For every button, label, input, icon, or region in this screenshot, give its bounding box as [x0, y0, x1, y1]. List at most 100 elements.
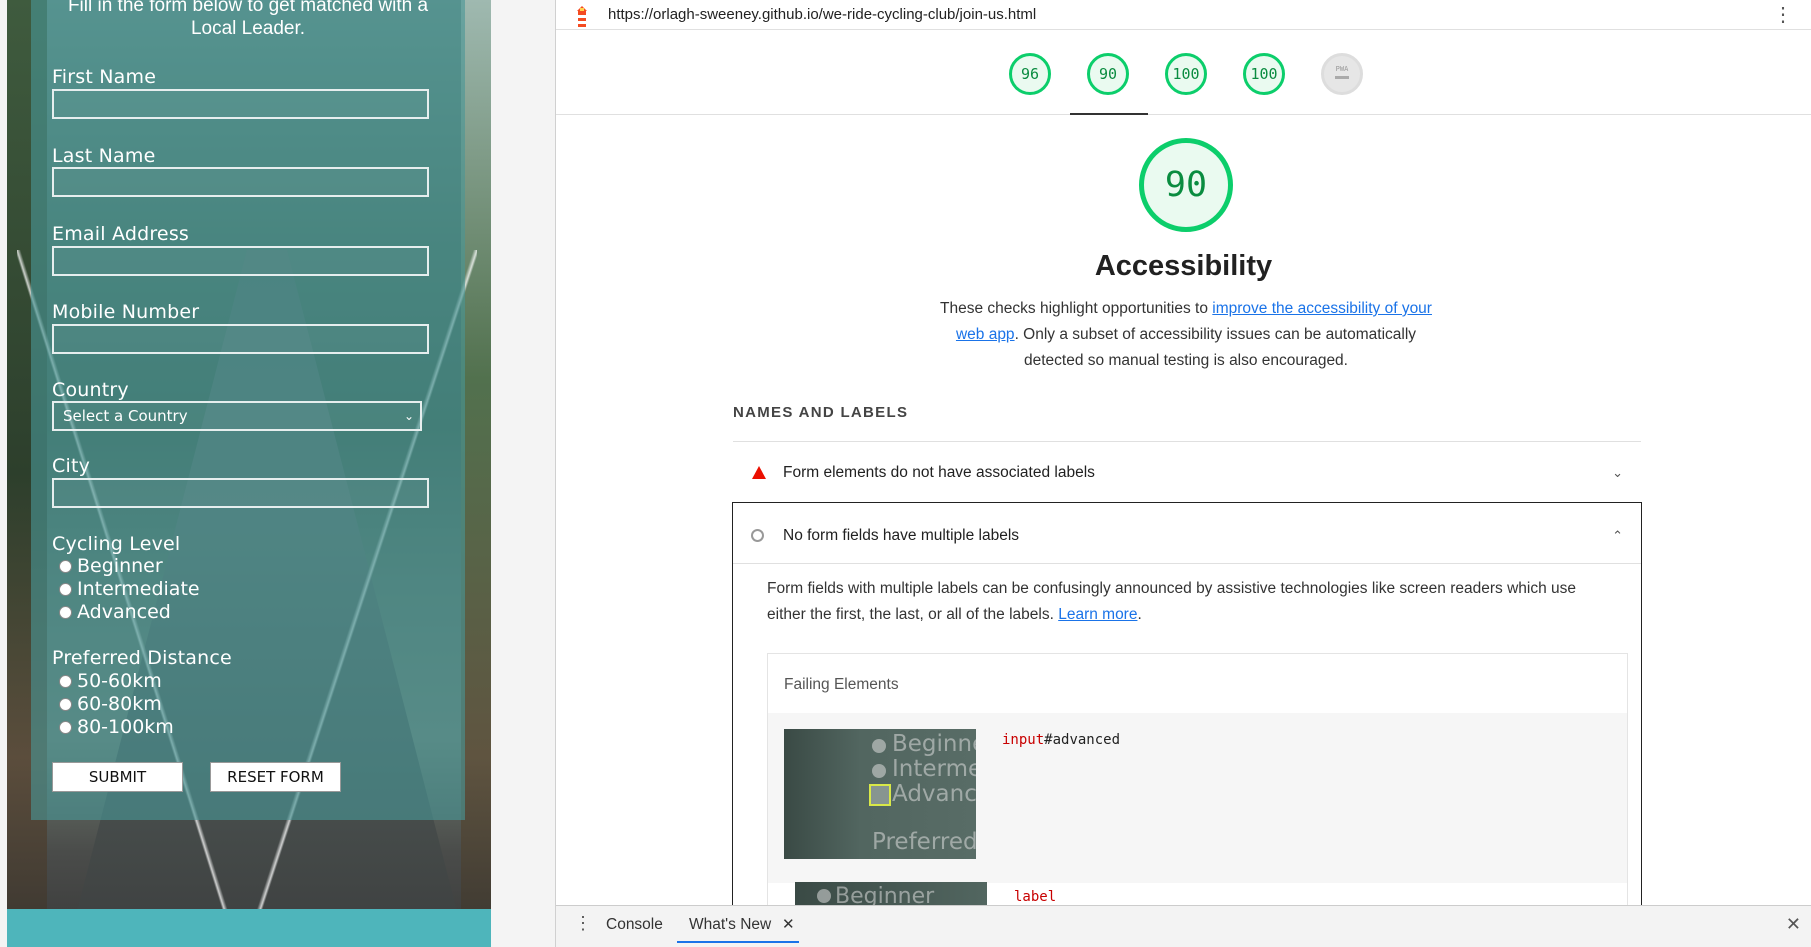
- pwa-label: PWA: [1335, 65, 1349, 73]
- category-title: Accessibility: [1094, 250, 1273, 282]
- close-tab-icon[interactable]: ✕: [782, 915, 795, 933]
- category-desc-text-2: . Only a subset of accessibility issues …: [1014, 326, 1417, 369]
- close-drawer-icon[interactable]: ✕: [1786, 914, 1801, 935]
- element-tag: label: [1014, 889, 1057, 905]
- active-tab-indicator: [677, 941, 799, 943]
- radio-thumb-icon: [872, 739, 886, 753]
- country-select[interactable]: Select a Country ⌄: [52, 401, 422, 431]
- radio-button[interactable]: [59, 720, 72, 734]
- radio-label: Intermediate: [77, 578, 200, 600]
- radio-intermediate[interactable]: Intermediate: [59, 578, 200, 600]
- radio-button[interactable]: [59, 582, 72, 596]
- radio-50-60[interactable]: 50-60km: [59, 670, 162, 692]
- accessibility-score-gauge: 90: [1139, 138, 1233, 232]
- radio-label: 50-60km: [77, 670, 162, 692]
- element-screenshot-thumbnail: Beginne Interme Advance Preferred: [784, 729, 976, 859]
- thumb-text: Preferred: [872, 829, 976, 855]
- lighthouse-icon: [577, 6, 587, 27]
- radio-60-80[interactable]: 60-80km: [59, 693, 162, 715]
- device-viewport: Fill in the form below to get matched wi…: [7, 0, 491, 947]
- audit-form-labels[interactable]: Form elements do not have associated lab…: [733, 446, 1641, 499]
- last-name-input[interactable]: [52, 167, 429, 197]
- element-selector: #advanced: [1044, 732, 1121, 748]
- thumb-text: Beginne: [892, 731, 976, 757]
- radio-80-100[interactable]: 80-100km: [59, 716, 174, 738]
- audit-multiple-labels-expanded: No form fields have multiple labels ⌃ Fo…: [732, 502, 1642, 947]
- cycling-level-label: Cycling Level: [52, 533, 181, 555]
- reset-form-button[interactable]: RESET FORM: [210, 762, 341, 792]
- site-footer: [7, 909, 491, 947]
- tab-pwa[interactable]: PWA: [1321, 53, 1363, 95]
- form-intro-line2: Local Leader.: [190, 18, 306, 39]
- country-select-value: Select a Country: [63, 407, 188, 425]
- failing-elements-title: Failing Elements: [784, 676, 899, 693]
- pwa-dash-icon: [1335, 76, 1349, 79]
- failing-element-snippet[interactable]: label: [1014, 889, 1056, 905]
- chevron-down-icon: ⌄: [403, 409, 414, 423]
- form-intro-line1: Fill in the form below to get matched wi…: [67, 0, 429, 16]
- distance-label: Preferred Distance: [52, 647, 232, 669]
- audit-multiple-labels[interactable]: No form fields have multiple labels ⌃: [733, 509, 1641, 562]
- divider: [733, 441, 1641, 442]
- audit-desc-end: .: [1137, 606, 1142, 623]
- tab-whats-new[interactable]: What's New: [689, 916, 771, 934]
- city-label: City: [52, 455, 91, 477]
- audit-title: Form elements do not have associated lab…: [783, 463, 1095, 481]
- audit-title: No form fields have multiple labels: [783, 526, 1020, 544]
- radio-thumb-icon: [817, 889, 831, 903]
- radio-label: 60-80km: [77, 693, 162, 715]
- mobile-input[interactable]: [52, 324, 429, 354]
- devtools-drawer: ⋮ Console What's New ✕ ✕: [556, 905, 1811, 947]
- radio-thumb-icon: [872, 764, 886, 778]
- active-tab-indicator: [1070, 113, 1148, 115]
- submit-button[interactable]: SUBMIT: [52, 762, 183, 792]
- audit-desc-text: Form fields with multiple labels can be …: [767, 580, 1577, 623]
- group-title: NAMES AND LABELS: [733, 404, 909, 421]
- radio-button[interactable]: [59, 674, 72, 688]
- thumb-text: Interme: [892, 756, 976, 782]
- drawer-menu-icon[interactable]: ⋮: [574, 913, 592, 934]
- chevron-down-icon: ⌄: [1612, 464, 1623, 480]
- fail-triangle-icon: [752, 466, 766, 479]
- tab-seo[interactable]: 100: [1243, 53, 1285, 95]
- radio-button[interactable]: [59, 559, 72, 573]
- email-label: Email Address: [52, 223, 190, 245]
- form-intro: Fill in the form below to get matched wi…: [31, 0, 465, 40]
- divider: [733, 563, 1641, 564]
- category-desc-text: These checks highlight opportunities to: [940, 300, 1213, 317]
- first-name-input[interactable]: [52, 89, 429, 119]
- radio-label: 80-100km: [77, 716, 174, 738]
- report-topbar: https://orlagh-sweeney.github.io/we-ride…: [556, 0, 1811, 30]
- neutral-circle-icon: [751, 529, 764, 542]
- audit-description: Form fields with multiple labels can be …: [767, 576, 1617, 628]
- failing-element-snippet[interactable]: input#advanced: [1002, 732, 1120, 748]
- report-url[interactable]: https://orlagh-sweeney.github.io/we-ride…: [608, 6, 1036, 23]
- radio-button[interactable]: [59, 697, 72, 711]
- tab-console[interactable]: Console: [606, 916, 663, 934]
- highlight-box: [869, 784, 891, 806]
- category-tabs: 96 90 100 100 PWA: [556, 31, 1811, 115]
- radio-advanced[interactable]: Advanced: [59, 601, 171, 623]
- element-tag: input: [1002, 732, 1045, 748]
- last-name-label: Last Name: [52, 145, 156, 167]
- tab-accessibility[interactable]: 90: [1087, 53, 1129, 95]
- lighthouse-report: https://orlagh-sweeney.github.io/we-ride…: [556, 0, 1811, 947]
- more-options-icon[interactable]: ⋮: [1773, 2, 1793, 27]
- thumb-text: Advance: [892, 781, 976, 807]
- country-label: Country: [52, 379, 129, 401]
- email-input[interactable]: [52, 246, 429, 276]
- radio-beginner[interactable]: Beginner: [59, 555, 163, 577]
- failing-elements-table: Failing Elements Beginne Interme Advance…: [767, 653, 1628, 947]
- first-name-label: First Name: [52, 66, 157, 88]
- radio-label: Beginner: [77, 555, 163, 577]
- chevron-up-icon: ⌃: [1612, 527, 1623, 543]
- city-input[interactable]: [52, 478, 429, 508]
- tab-best-practices[interactable]: 100: [1165, 53, 1207, 95]
- mobile-preview-pane: Fill in the form below to get matched wi…: [0, 0, 556, 947]
- category-description: These checks highlight opportunities to …: [926, 296, 1446, 374]
- learn-more-link[interactable]: Learn more: [1058, 606, 1137, 623]
- tab-performance[interactable]: 96: [1009, 53, 1051, 95]
- radio-button[interactable]: [59, 605, 72, 619]
- mobile-label: Mobile Number: [52, 301, 200, 323]
- radio-label: Advanced: [77, 601, 171, 623]
